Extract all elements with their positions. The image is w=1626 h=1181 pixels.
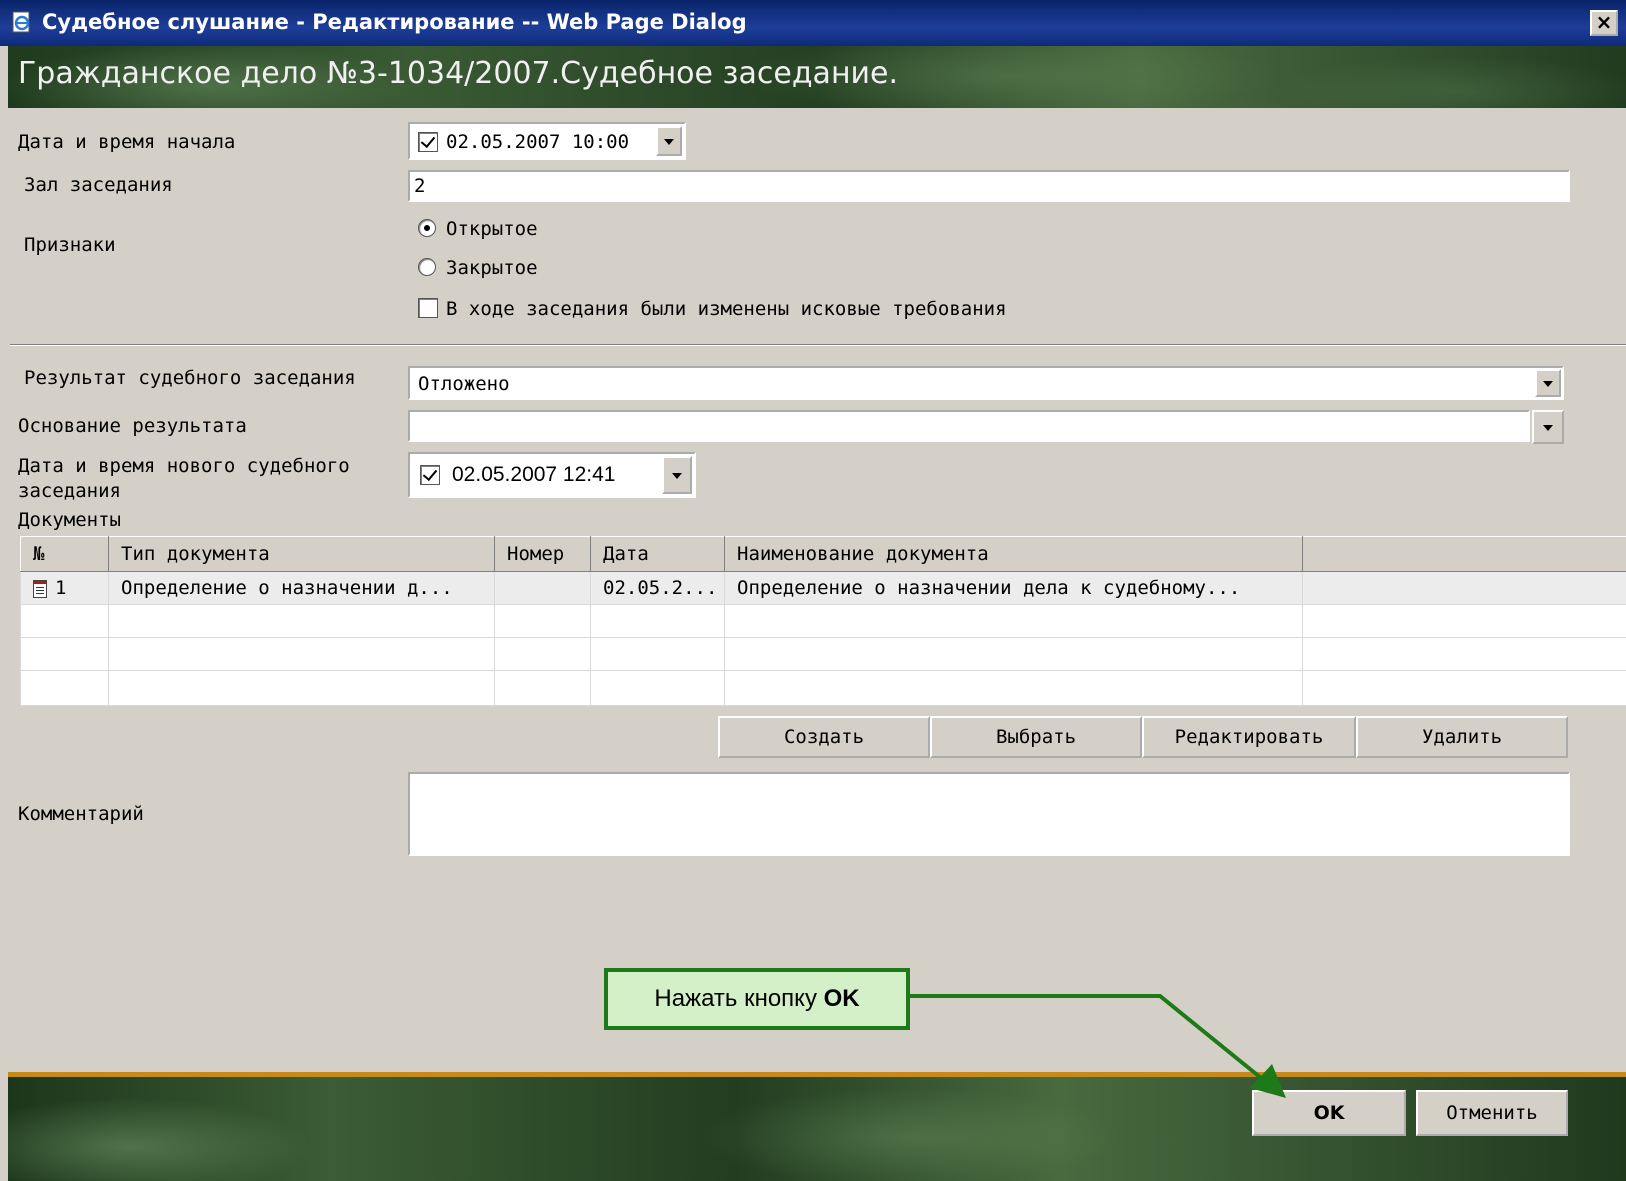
case-title: Гражданское дело №3-1034/2007.Судебное з… [18,56,899,91]
col-header-num[interactable]: № [20,536,109,572]
documents-table: № Тип документа Номер Дата Наименование … [20,536,1626,706]
start-datetime-checkbox[interactable] [418,132,438,152]
basis-label: Основание результата [18,415,247,437]
table-row-empty [20,604,1626,638]
document-icon [33,579,47,598]
dialog-window: Судебное слушание - Редактирование -- We… [0,0,1626,1181]
claims-changed-label[interactable]: В ходе заседания были изменены исковые т… [446,298,1007,320]
callout-text: Нажать кнопку [654,985,824,1012]
col-header-number[interactable]: Номер [494,536,591,572]
table-row[interactable]: 1 Определение о назначении д... 02.05.2.… [20,571,1626,605]
instruction-callout: Нажать кнопку OK [604,968,910,1030]
col-header-type[interactable]: Тип документа [108,536,495,572]
select-document-button[interactable]: Выбрать [930,716,1142,758]
cell-extra [1302,571,1626,605]
close-button[interactable]: × [1590,10,1618,36]
claims-changed-checkbox[interactable] [418,298,438,318]
col-header-extra[interactable] [1302,536,1626,572]
result-value: Отложено [418,373,510,395]
edit-document-button[interactable]: Редактировать [1142,716,1356,758]
hall-label: Зал заседания [24,174,173,196]
radio-closed-label[interactable]: Закрытое [446,257,538,279]
new-datetime-checkbox[interactable] [420,465,440,485]
start-datetime-value: 02.05.2007 10:00 [446,131,630,153]
cancel-button[interactable]: Отменить [1416,1090,1568,1136]
col-header-name[interactable]: Наименование документа [724,536,1303,572]
cell-num: 1 [20,571,109,605]
radio-open-label[interactable]: Открытое [446,218,538,240]
window-title: Судебное слушание - Редактирование -- We… [42,10,747,34]
cell-name: Определение о назначении дела к судебном… [724,571,1303,605]
hall-value: 2 [414,175,426,197]
result-dropdown-button[interactable] [1535,369,1561,397]
new-datetime-value: 02.05.2007 12:41 [452,463,616,486]
hall-input[interactable]: 2 [408,170,1570,202]
cell-num-value: 1 [55,577,67,599]
radio-open[interactable] [418,219,436,237]
cell-type: Определение о назначении д... [108,571,495,605]
cell-date: 02.05.2... [590,571,725,605]
new-datetime-picker[interactable]: 02.05.2007 12:41 [408,452,696,498]
result-label: Результат судебного заседания [24,367,356,389]
basis-input[interactable] [408,410,1530,442]
header-banner: Гражданское дело №3-1034/2007.Судебное з… [8,46,1626,108]
title-bar[interactable]: Судебное слушание - Редактирование -- We… [0,0,1626,46]
result-select[interactable]: Отложено [408,366,1564,400]
ok-button[interactable]: OK [1252,1090,1406,1136]
comment-label: Комментарий [18,803,144,825]
new-datetime-label-line2: заседания [18,480,121,502]
comment-textarea[interactable] [408,772,1570,856]
callout-bold-text: OK [823,985,860,1012]
create-document-button[interactable]: Создать [718,716,930,758]
new-datetime-dropdown-button[interactable] [662,456,692,494]
basis-dropdown-button[interactable] [1532,410,1564,444]
col-header-date[interactable]: Дата [590,536,725,572]
ie-page-icon [12,11,30,33]
start-datetime-picker[interactable]: 02.05.2007 10:00 [408,122,686,160]
table-row-empty [20,670,1626,706]
documents-label: Документы [18,509,121,531]
cell-number [494,571,591,605]
delete-document-button[interactable]: Удалить [1356,716,1568,758]
table-row-empty [20,637,1626,671]
start-datetime-dropdown-button[interactable] [656,126,682,156]
signs-label: Признаки [24,234,116,256]
start-datetime-label: Дата и время начала [18,131,236,153]
new-datetime-label-line1: Дата и время нового судебного [18,455,350,477]
table-header-row: № Тип документа Номер Дата Наименование … [20,536,1626,572]
section-divider [10,344,1626,346]
radio-closed[interactable] [418,258,436,276]
